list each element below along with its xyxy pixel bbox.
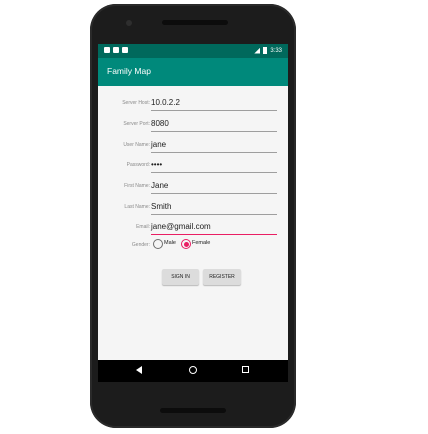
last-name-field[interactable]: Smith <box>151 200 277 215</box>
password-field[interactable]: •••• <box>151 158 277 173</box>
gender-row: Gender: Male Female <box>98 239 288 253</box>
male-radio[interactable] <box>153 239 163 249</box>
last-name-row: Last Name: Smith <box>98 200 288 216</box>
notification-icon <box>122 47 128 53</box>
gender-label: Gender: <box>131 242 150 248</box>
password-label: Password: <box>126 162 150 168</box>
first-name-label: First Name: <box>124 183 150 189</box>
front-camera <box>126 20 132 26</box>
server-port-label: Server Port: <box>123 121 150 127</box>
speaker-grille-top <box>162 20 228 25</box>
recent-apps-icon[interactable] <box>242 366 249 373</box>
sign-in-button[interactable]: SIGN IN <box>162 269 199 285</box>
status-time: 3:33 <box>270 47 282 54</box>
app-bar: Family Map <box>98 58 288 86</box>
notification-icons <box>104 47 128 53</box>
email-label: Email: <box>136 224 150 230</box>
email-row: Email: jane@gmail.com <box>98 220 288 236</box>
server-host-row: Server Host: 10.0.2.2 <box>98 96 288 112</box>
register-button[interactable]: REGISTER <box>203 269 241 285</box>
home-icon[interactable] <box>189 366 197 374</box>
email-field[interactable]: jane@gmail.com <box>151 220 277 235</box>
back-icon[interactable] <box>136 366 142 374</box>
last-name-label: Last Name: <box>124 204 150 210</box>
user-name-row: User Name: jane <box>98 138 288 154</box>
user-name-field[interactable]: jane <box>151 138 277 153</box>
user-name-label: User Name: <box>123 142 150 148</box>
first-name-field[interactable]: Jane <box>151 179 277 194</box>
notification-icon <box>113 47 119 53</box>
button-row: SIGN IN REGISTER <box>98 269 288 287</box>
password-row: Password: •••• <box>98 158 288 174</box>
server-host-field[interactable]: 10.0.2.2 <box>151 96 277 111</box>
app-title: Family Map <box>107 66 151 76</box>
server-host-label: Server Host: <box>122 100 150 106</box>
status-bar: 3:33 <box>98 44 288 58</box>
male-radio-label[interactable]: Male <box>164 240 176 246</box>
battery-icon <box>263 47 268 54</box>
server-port-field[interactable]: 8080 <box>151 117 277 132</box>
signal-icon <box>254 47 261 54</box>
notification-icon <box>104 47 110 53</box>
server-port-row: Server Port: 8080 <box>98 117 288 133</box>
female-radio[interactable] <box>181 239 191 249</box>
navigation-bar <box>98 360 288 382</box>
speaker-grille-bottom <box>160 408 226 413</box>
first-name-row: First Name: Jane <box>98 179 288 195</box>
phone-frame: 3:33 Family Map Server Host: 10.0.2.2 Se… <box>90 4 296 428</box>
female-radio-label[interactable]: Female <box>192 240 210 246</box>
screen: 3:33 Family Map Server Host: 10.0.2.2 Se… <box>98 44 288 382</box>
